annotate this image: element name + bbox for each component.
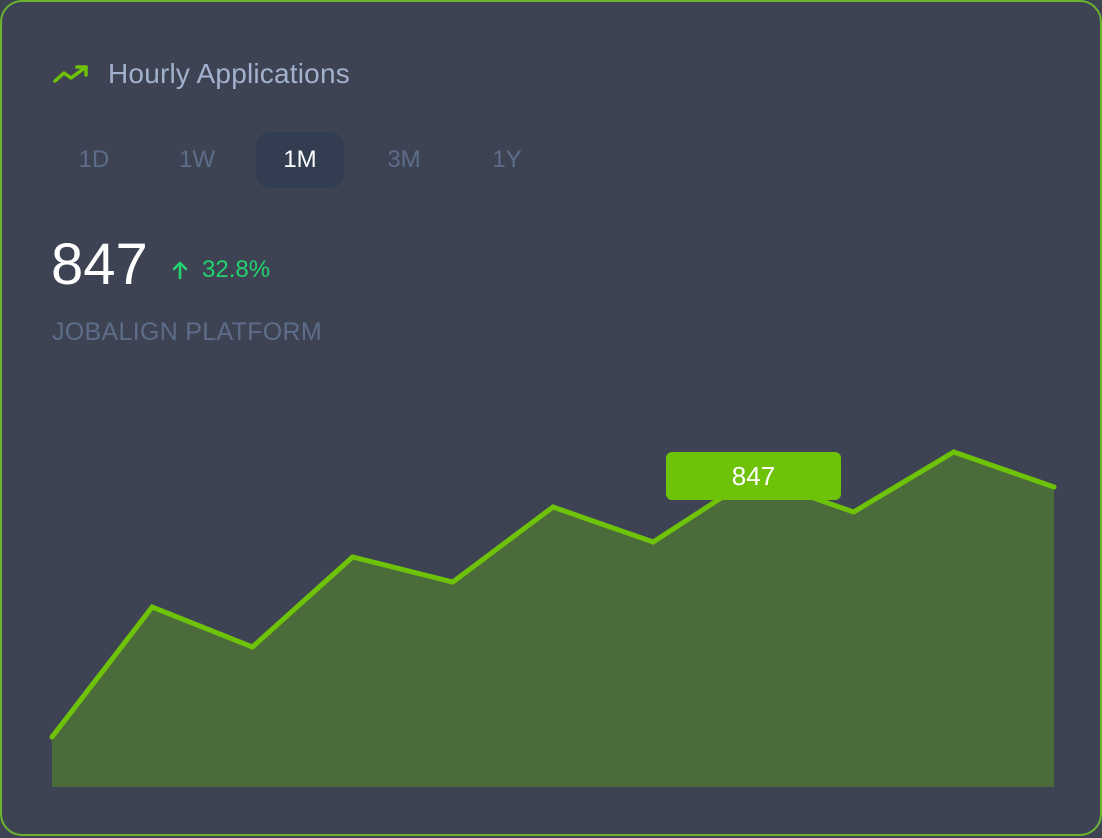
data-point[interactable] <box>350 554 356 560</box>
data-point[interactable] <box>650 539 656 545</box>
tab-1m[interactable]: 1M <box>256 132 344 188</box>
data-point[interactable] <box>1051 484 1057 490</box>
tab-1d[interactable]: 1D <box>50 132 138 188</box>
tab-1w[interactable]: 1W <box>153 132 241 188</box>
value-tooltip: 847 <box>666 452 841 500</box>
data-point[interactable] <box>149 604 155 610</box>
data-point[interactable] <box>851 509 857 515</box>
total-value: 847 <box>51 232 148 297</box>
data-point[interactable] <box>951 449 957 455</box>
series-line <box>50 449 1055 739</box>
platform-subtitle: JOBALIGN PLATFORM <box>52 318 322 346</box>
tab-3m[interactable]: 3M <box>360 132 448 188</box>
area-chart <box>49 449 1057 787</box>
data-point[interactable] <box>550 504 556 510</box>
data-point[interactable] <box>450 579 456 585</box>
chart-card: Hourly Applications 1D 1W 1M 3M 1Y 847 3… <box>0 0 1102 836</box>
card-title: Hourly Applications <box>108 58 350 89</box>
card-header: Hourly Applications <box>52 54 350 94</box>
tab-1y[interactable]: 1Y <box>463 132 551 188</box>
change-indicator: 32.8% <box>172 252 270 288</box>
data-point[interactable] <box>249 644 255 650</box>
change-percent: 32.8% <box>202 256 271 283</box>
data-point[interactable] <box>49 734 55 740</box>
arrow-up-icon <box>172 261 188 280</box>
area-fill <box>52 452 1054 787</box>
trending-up-icon <box>53 65 88 83</box>
